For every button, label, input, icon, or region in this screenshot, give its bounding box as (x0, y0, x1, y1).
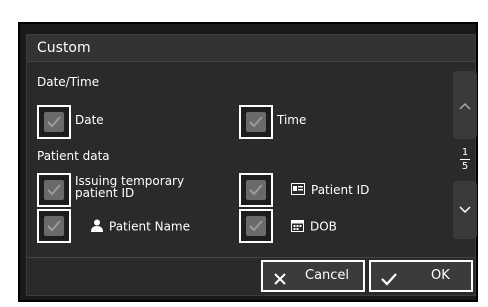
cancel-button[interactable]: Cancel (261, 260, 365, 292)
check-icon (246, 112, 266, 132)
check-icon (246, 216, 266, 236)
patient-id-label: Patient ID (291, 183, 369, 198)
check-icon (44, 180, 64, 200)
cancel-label: Cancel (305, 268, 350, 283)
check-icon (44, 112, 64, 132)
dialog-footer: Cancel OK (27, 257, 475, 298)
person-icon (91, 219, 103, 235)
id-card-icon (291, 183, 305, 198)
page-current: 1 (461, 147, 469, 158)
page-divider (460, 159, 470, 160)
patient-name-checkbox[interactable] (37, 209, 71, 243)
dob-label: DOB (291, 219, 337, 235)
dob-checkbox[interactable] (239, 209, 273, 243)
issuing-temp-id-label: Issuing temporary patient ID (75, 175, 184, 199)
patient-name-text: Patient Name (109, 219, 190, 234)
ok-button[interactable]: OK (369, 260, 473, 292)
dob-text: DOB (310, 219, 337, 234)
date-label: Date (75, 113, 104, 127)
check-icon (381, 269, 397, 297)
date-checkbox[interactable] (37, 105, 71, 139)
page-indicator: 1 5 (453, 147, 477, 177)
patient-name-label: Patient Name (91, 219, 190, 235)
scroll-up-button[interactable] (453, 71, 477, 139)
scroll-down-button[interactable] (453, 181, 477, 239)
section-label-datetime: Date/Time (37, 75, 100, 89)
issuing-temp-id-checkbox[interactable] (37, 173, 71, 207)
ok-label: OK (431, 268, 450, 283)
patient-id-checkbox[interactable] (239, 173, 273, 207)
custom-dialog: Custom Date/Time Date Time Patient data … (26, 34, 477, 298)
issuing-label-line2: patient ID (75, 186, 135, 200)
time-label: Time (277, 113, 307, 127)
check-icon (246, 180, 266, 200)
page-total: 5 (461, 161, 469, 172)
calendar-icon (291, 219, 304, 235)
dialog-title: Custom (27, 35, 475, 62)
chevron-down-icon (459, 206, 471, 214)
chevron-up-icon (459, 102, 471, 110)
patient-id-text: Patient ID (311, 183, 370, 197)
time-checkbox[interactable] (239, 105, 273, 139)
close-icon (273, 269, 287, 297)
section-label-patient: Patient data (37, 149, 110, 163)
check-icon (44, 216, 64, 236)
